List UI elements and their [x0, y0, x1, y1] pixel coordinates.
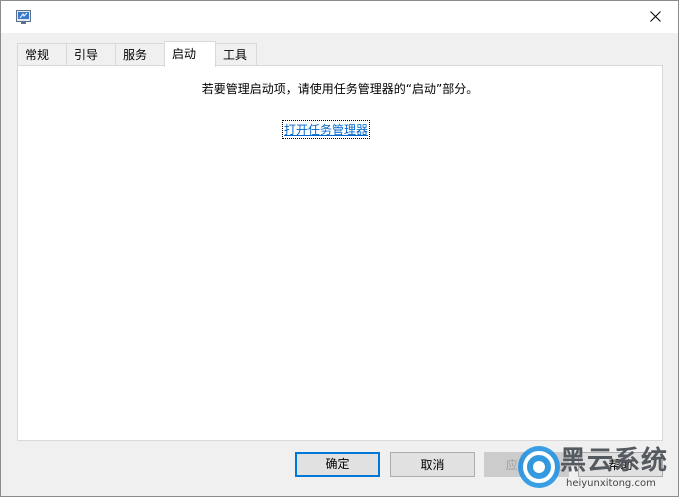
help-button[interactable]: 帮助	[578, 452, 663, 477]
ok-button[interactable]: 确定	[295, 452, 380, 477]
tab-tools[interactable]: 工具	[215, 43, 257, 66]
tab-general[interactable]: 常规	[17, 43, 67, 66]
tab-boot[interactable]: 引导	[66, 43, 116, 66]
open-task-manager-link[interactable]: 打开任务管理器	[281, 120, 371, 139]
tab-services[interactable]: 服务	[115, 43, 165, 66]
close-icon	[649, 7, 661, 26]
cancel-button[interactable]: 取消	[390, 452, 475, 477]
msconfig-icon	[16, 9, 31, 24]
tab-startup[interactable]: 启动	[164, 41, 216, 67]
startup-message: 若要管理启动项，请使用任务管理器的“启动”部分。	[201, 82, 479, 96]
close-button[interactable]	[632, 1, 678, 32]
apply-button[interactable]: 应用(A)	[484, 452, 569, 477]
system-configuration-dialog: 常规 引导 服务 启动 工具 若要管理启动项，请使用任务管理器的“启动”部分。 …	[0, 0, 679, 497]
title-bar[interactable]	[1, 1, 678, 33]
tab-strip: 常规 引导 服务 启动 工具	[17, 41, 257, 67]
startup-tab-panel: 若要管理启动项，请使用任务管理器的“启动”部分。 打开任务管理器	[17, 65, 663, 441]
